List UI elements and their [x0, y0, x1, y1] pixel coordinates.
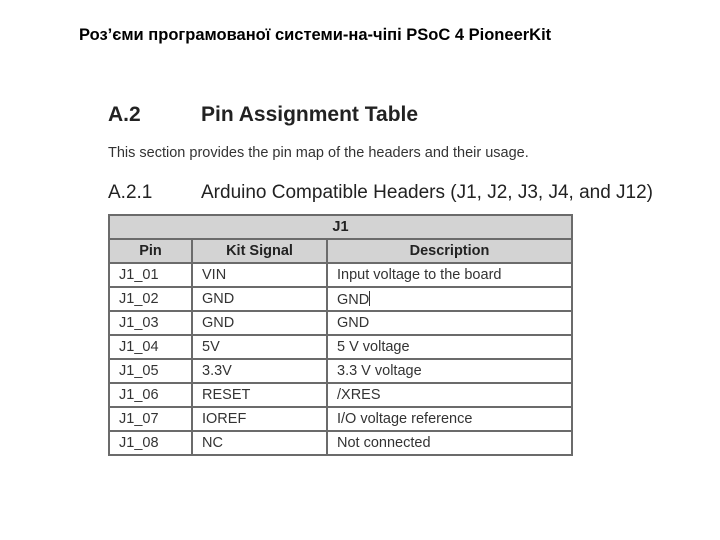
- section-number: A.2: [108, 103, 141, 126]
- table-row: J1_01 VIN Input voltage to the board: [108, 262, 573, 288]
- text-cursor: [369, 290, 371, 306]
- cell-pin: J1_05: [108, 358, 193, 384]
- cell-description: I/O voltage reference: [326, 406, 573, 432]
- cell-description: 3.3 V voltage: [326, 358, 573, 384]
- cell-description: Not connected: [326, 430, 573, 456]
- pin-assignment-table: J1 Pin Kit Signal Description J1_01 VIN …: [108, 214, 573, 456]
- cell-kit-signal: RESET: [191, 382, 328, 408]
- cell-kit-signal: NC: [191, 430, 328, 456]
- slide-title: Роз’єми програмованої системи-на-чіпі PS…: [79, 26, 552, 44]
- cell-description: 5 V voltage: [326, 334, 573, 360]
- cell-description-text: GND: [337, 291, 370, 308]
- cell-description: /XRES: [326, 382, 573, 408]
- cell-pin: J1_01: [108, 262, 193, 288]
- cell-pin: J1_06: [108, 382, 193, 408]
- column-header-kit-signal: Kit Signal: [191, 238, 328, 264]
- cell-pin: J1_03: [108, 310, 193, 336]
- cell-description: Input voltage to the board: [326, 262, 573, 288]
- section-intro: This section provides the pin map of the…: [108, 145, 529, 161]
- cell-kit-signal: GND: [191, 310, 328, 336]
- table-row: J1_04 5V 5 V voltage: [108, 334, 573, 360]
- cell-pin: J1_04: [108, 334, 193, 360]
- table-row: J1_03 GND GND: [108, 310, 573, 336]
- subsection-heading: A.2.1 Arduino Compatible Headers (J1, J2,…: [108, 182, 653, 204]
- table-row: J1_02 GND GND: [108, 286, 573, 312]
- column-header-pin: Pin: [108, 238, 193, 264]
- section-title: Pin Assignment Table: [201, 103, 419, 126]
- cell-pin: J1_08: [108, 430, 193, 456]
- section-heading: A.2 Pin Assignment Table: [108, 103, 418, 127]
- cell-pin: J1_07: [108, 406, 193, 432]
- table-row: J1_06 RESET /XRES: [108, 382, 573, 408]
- table-row: J1_05 3.3V 3.3 V voltage: [108, 358, 573, 384]
- cell-kit-signal: 3.3V: [191, 358, 328, 384]
- subsection-number: A.2.1: [108, 182, 153, 203]
- table-row: J1_07 IOREF I/O voltage reference: [108, 406, 573, 432]
- cell-description: GND: [326, 310, 573, 336]
- table-row: J1_08 NC Not connected: [108, 430, 573, 456]
- table-caption: J1: [108, 214, 573, 240]
- cell-pin: J1_02: [108, 286, 193, 312]
- cell-kit-signal: GND: [191, 286, 328, 312]
- table-caption-row: J1: [108, 214, 573, 240]
- cell-kit-signal: VIN: [191, 262, 328, 288]
- cell-description: GND: [326, 286, 573, 312]
- table-header-row: Pin Kit Signal Description: [108, 238, 573, 264]
- column-header-description: Description: [326, 238, 573, 264]
- subsection-title: Arduino Compatible Headers (J1, J2, J3, …: [201, 182, 654, 203]
- cell-kit-signal: IOREF: [191, 406, 328, 432]
- cell-kit-signal: 5V: [191, 334, 328, 360]
